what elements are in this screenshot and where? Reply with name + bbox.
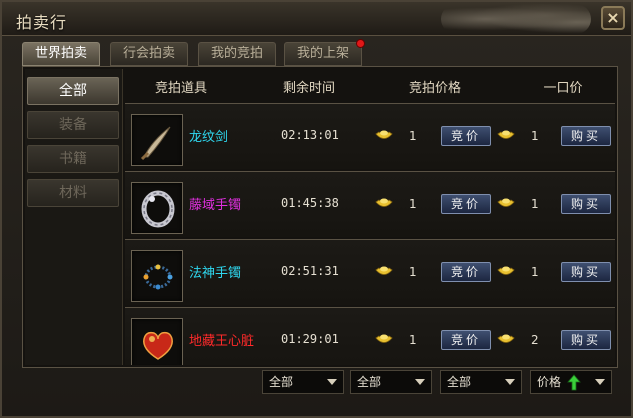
- time-remaining: 01:45:38: [281, 196, 339, 210]
- sort-select[interactable]: 价格: [530, 370, 612, 394]
- gold-ingot-icon: [375, 198, 393, 207]
- item-name: 龙纹剑: [189, 130, 229, 145]
- title-bar: 拍卖行 ×: [2, 2, 631, 36]
- bid-amount: 1: [409, 265, 417, 279]
- chevron-down-icon: [415, 379, 425, 385]
- tab-my-listings[interactable]: 我的上架: [284, 39, 365, 66]
- bracelet-icon: [141, 190, 175, 228]
- bid-button[interactable]: 竞价: [441, 194, 491, 214]
- item-slot[interactable]: [131, 114, 183, 166]
- header-buyout: 一口价: [543, 81, 583, 96]
- tab-my-listings-label: 我的上架: [296, 46, 349, 61]
- gold-ingot-icon: [375, 130, 393, 139]
- gold-ingot-icon: [375, 334, 393, 343]
- gold-ingot-icon: [497, 130, 515, 139]
- dragon-ornament-icon: [441, 4, 591, 34]
- notification-dot: [356, 39, 365, 48]
- table-row[interactable]: 龙纹剑 02:13:01 1 竞价 1 购买: [125, 103, 615, 169]
- item-name: 地藏王心脏: [189, 334, 255, 349]
- filter-select-1[interactable]: 全部: [262, 370, 344, 394]
- item-slot[interactable]: [131, 250, 183, 302]
- bid-button[interactable]: 竞价: [441, 330, 491, 350]
- filter-select-2[interactable]: 全部: [350, 370, 432, 394]
- tab-guild-auction[interactable]: 行会拍卖: [110, 42, 188, 66]
- up-arrow-icon: [567, 374, 581, 391]
- bid-amount: 1: [409, 129, 417, 143]
- tab-world-auction[interactable]: 世界拍卖: [22, 42, 100, 66]
- gold-ingot-icon: [497, 266, 515, 275]
- bid-button[interactable]: 竞价: [441, 126, 491, 146]
- listing-table: 竞拍道具 剩余时间 竞拍价格 一口价 龙纹剑 02:13:01 1 竞价 1 购…: [125, 69, 615, 365]
- filter-select-3-value: 全部: [447, 375, 472, 389]
- bid-amount: 1: [409, 333, 417, 347]
- gold-ingot-icon: [375, 266, 393, 275]
- chevron-down-icon: [327, 379, 337, 385]
- chevron-down-icon: [505, 379, 515, 385]
- rows-area: 龙纹剑 02:13:01 1 竞价 1 购买 藤域手镯 01:45:38 1 竞…: [125, 103, 615, 365]
- buy-button[interactable]: 购买: [561, 330, 611, 350]
- header-bid-price: 竞拍价格: [408, 81, 461, 96]
- sidebar-item-equipment[interactable]: 装备: [27, 111, 119, 139]
- time-remaining: 02:13:01: [281, 128, 339, 142]
- table-row[interactable]: 藤域手镯 01:45:38 1 竞价 1 购买: [125, 171, 615, 237]
- table-row[interactable]: 法神手镯 02:51:31 1 竞价 1 购买: [125, 239, 615, 305]
- bid-amount: 1: [409, 197, 417, 211]
- window-title: 拍卖行: [16, 13, 68, 32]
- gold-ingot-icon: [497, 334, 515, 343]
- sword-icon: [140, 126, 171, 161]
- item-slot[interactable]: [131, 318, 183, 365]
- heart-icon: [143, 331, 173, 360]
- filter-select-1-value: 全部: [269, 375, 294, 389]
- sort-select-value: 价格: [537, 375, 562, 389]
- chevron-down-icon: [595, 379, 605, 385]
- sidebar-item-materials[interactable]: 材料: [27, 179, 119, 207]
- buyout-amount: 1: [531, 197, 539, 211]
- header-item: 竞拍道具: [154, 81, 207, 96]
- bid-button[interactable]: 竞价: [441, 262, 491, 282]
- category-sidebar: 全部 装备 书籍 材料: [25, 69, 123, 365]
- table-row[interactable]: 地藏王心脏 01:29:01 1 竞价 2 购买: [125, 307, 615, 365]
- sidebar-item-books[interactable]: 书籍: [27, 145, 119, 173]
- buy-button[interactable]: 购买: [561, 194, 611, 214]
- gold-ingot-icon: [497, 198, 515, 207]
- filter-bar: 全部 全部 全部 价格: [22, 368, 618, 398]
- time-remaining: 01:29:01: [281, 332, 339, 346]
- item-name: 藤域手镯: [189, 198, 242, 213]
- buyout-amount: 1: [531, 265, 539, 279]
- header-time: 剩余时间: [282, 81, 335, 96]
- close-button[interactable]: ×: [601, 6, 625, 30]
- filter-select-2-value: 全部: [357, 375, 382, 389]
- buyout-amount: 1: [531, 129, 539, 143]
- sidebar-item-all[interactable]: 全部: [27, 77, 119, 105]
- item-name: 法神手镯: [189, 266, 242, 281]
- time-remaining: 02:51:31: [281, 264, 339, 278]
- bead-bracelet-icon: [143, 264, 173, 290]
- tab-my-bids[interactable]: 我的竞拍: [198, 42, 276, 66]
- filter-select-3[interactable]: 全部: [440, 370, 522, 394]
- buy-button[interactable]: 购买: [561, 262, 611, 282]
- buyout-amount: 2: [531, 333, 539, 347]
- buy-button[interactable]: 购买: [561, 126, 611, 146]
- auction-window: 拍卖行 × 世界拍卖 行会拍卖 我的竞拍 我的上架 全部 装备 书籍 材料 竞拍…: [0, 0, 633, 418]
- main-panel: 全部 装备 书籍 材料 竞拍道具 剩余时间 竞拍价格 一口价 龙纹剑 02:13…: [22, 66, 618, 368]
- item-slot[interactable]: [131, 182, 183, 234]
